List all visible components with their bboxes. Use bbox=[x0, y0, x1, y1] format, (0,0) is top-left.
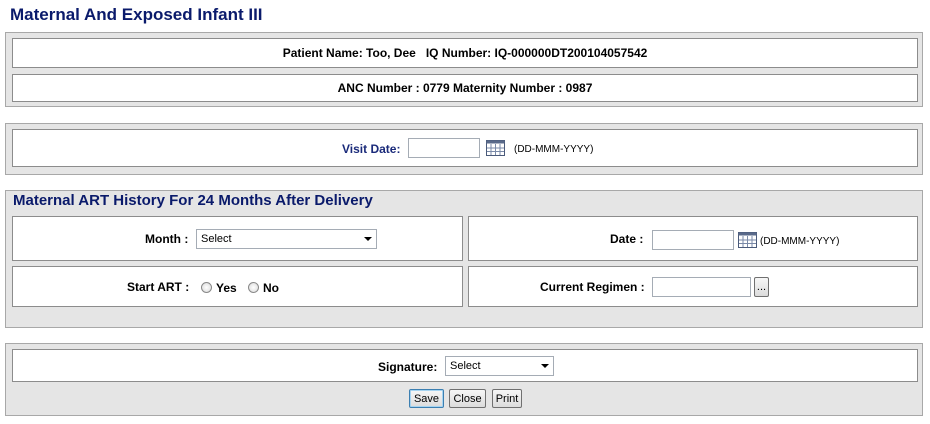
anc-number-line: ANC Number : 0779 Maternity Number : 098… bbox=[337, 81, 593, 95]
signature-select[interactable]: Select bbox=[445, 356, 554, 376]
page-title: Maternal And Exposed Infant III bbox=[10, 5, 263, 24]
close-button[interactable]: Close bbox=[449, 389, 486, 408]
art-history-panel: Maternal ART History For 24 Months After… bbox=[5, 190, 923, 328]
calendar-icon[interactable] bbox=[738, 232, 757, 248]
start-art-yes-radio[interactable] bbox=[201, 282, 212, 293]
art-date-format-hint: (DD-MMM-YYYY) bbox=[760, 236, 840, 247]
signature-box: Signature: Select bbox=[12, 349, 918, 382]
signature-select-value: Select bbox=[450, 360, 481, 372]
chevron-down-icon bbox=[541, 364, 549, 368]
save-button[interactable]: Save bbox=[409, 389, 444, 408]
print-button[interactable]: Print bbox=[492, 389, 522, 408]
calendar-icon[interactable] bbox=[486, 140, 505, 156]
visit-date-format-hint: (DD-MMM-YYYY) bbox=[514, 144, 594, 155]
art-history-heading: Maternal ART History For 24 Months After… bbox=[13, 192, 373, 209]
start-art-no-radio[interactable] bbox=[248, 282, 259, 293]
patient-name-line: Patient Name: Too, Dee IQ Number: IQ-000… bbox=[282, 46, 648, 60]
start-art-yes-label: Yes bbox=[216, 281, 237, 295]
month-label: Month : bbox=[145, 232, 189, 246]
visit-date-box: Visit Date: (DD-MMM-YYYY) bbox=[12, 129, 918, 167]
patient-name-box: Patient Name: Too, Dee IQ Number: IQ-000… bbox=[12, 38, 918, 68]
start-art-label: Start ART : bbox=[127, 280, 190, 294]
current-regimen-input[interactable] bbox=[652, 277, 751, 297]
month-box: Month : Select bbox=[12, 216, 463, 261]
visit-date-label: Visit Date: bbox=[342, 142, 401, 156]
signature-panel: Signature: Select Save Close Print bbox=[5, 343, 923, 416]
current-regimen-box: Current Regimen : ... bbox=[468, 266, 918, 307]
start-art-no-label: No bbox=[263, 281, 279, 295]
visit-date-panel: Visit Date: (DD-MMM-YYYY) bbox=[5, 123, 923, 175]
chevron-down-icon bbox=[364, 237, 372, 241]
visit-date-input[interactable] bbox=[408, 138, 480, 158]
month-select[interactable]: Select bbox=[196, 229, 377, 249]
art-date-input[interactable] bbox=[652, 230, 734, 250]
patient-info-panel: Patient Name: Too, Dee IQ Number: IQ-000… bbox=[5, 32, 923, 107]
anc-number-box: ANC Number : 0779 Maternity Number : 098… bbox=[12, 74, 918, 102]
current-regimen-label: Current Regimen : bbox=[540, 280, 645, 294]
month-select-value: Select bbox=[201, 233, 232, 245]
signature-label: Signature: bbox=[378, 360, 438, 374]
date-box: Date : (DD-MMM-YYYY) bbox=[468, 216, 918, 261]
start-art-box: Start ART : Yes No bbox=[12, 266, 463, 307]
date-label: Date : bbox=[610, 232, 644, 246]
regimen-browse-button[interactable]: ... bbox=[754, 277, 769, 297]
